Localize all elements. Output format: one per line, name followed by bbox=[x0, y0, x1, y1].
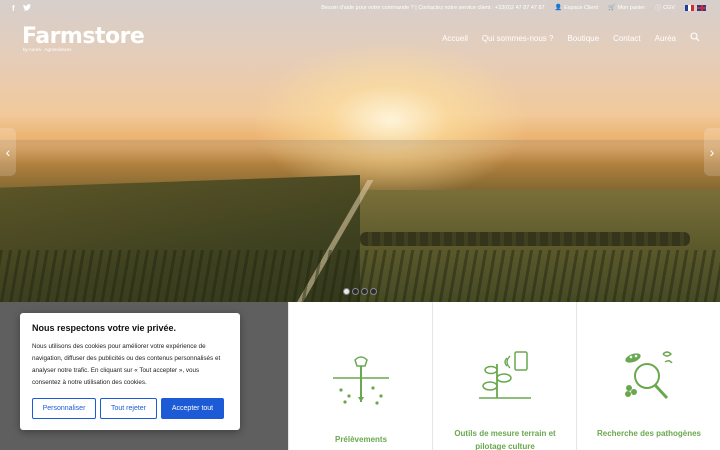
customize-button[interactable]: Personnaliser bbox=[32, 398, 96, 419]
site-logo[interactable]: Farmstore by Aurea · Agrosciences bbox=[22, 24, 145, 52]
nav-aurea[interactable]: Auréa bbox=[655, 34, 676, 43]
slider-dot[interactable] bbox=[361, 288, 368, 295]
slider-dot[interactable] bbox=[343, 288, 350, 295]
hero-treeline bbox=[360, 232, 690, 246]
search-icon[interactable] bbox=[690, 32, 700, 45]
logo-wordmark: Farmstore bbox=[22, 24, 145, 49]
main-nav: Accueil Qui sommes-nous ? Boutique Conta… bbox=[442, 32, 700, 45]
card-title: Prélèvements bbox=[334, 435, 388, 444]
top-bar-right: Besoin d'aide pour votre commande ? | Co… bbox=[321, 3, 706, 12]
nav-contact[interactable]: Contact bbox=[613, 34, 641, 43]
espace-client-link[interactable]: 👤 Espace Client bbox=[554, 4, 599, 12]
card-title: Outils de mesure terrain et pilotage cul… bbox=[454, 429, 556, 450]
nav-qui-sommes-nous[interactable]: Qui sommes-nous ? bbox=[482, 34, 554, 43]
slider-prev-button[interactable]: ‹ bbox=[0, 128, 16, 176]
espace-client-label: Espace Client bbox=[564, 4, 599, 11]
reject-all-button[interactable]: Tout rejeter bbox=[100, 398, 157, 419]
cookie-consent-dialog: Nous respectons votre vie privée. Nous u… bbox=[20, 313, 240, 430]
info-icon: ⓘ bbox=[655, 6, 662, 12]
card-title: Recherche des pathogènes bbox=[596, 429, 702, 438]
slider-dot[interactable] bbox=[352, 288, 359, 295]
help-text: Besoin d'aide pour votre commande ? | Co… bbox=[321, 4, 545, 11]
flag-en-icon[interactable] bbox=[697, 4, 706, 11]
cookie-buttons: Personnaliser Tout rejeter Accepter tout bbox=[32, 398, 224, 419]
top-bar: f Besoin d'aide pour votre commande ? | … bbox=[0, 0, 720, 16]
user-icon: 👤 bbox=[554, 5, 563, 11]
slider-dot[interactable] bbox=[370, 288, 377, 295]
cart-icon: 🛒 bbox=[608, 5, 616, 11]
hero-horizon bbox=[0, 140, 720, 164]
cart-link[interactable]: 🛒 Mon panier bbox=[608, 4, 646, 12]
facebook-icon[interactable]: f bbox=[12, 4, 15, 13]
cgv-link[interactable]: ⓘ CGV bbox=[655, 3, 675, 13]
category-card-pathogenes[interactable]: Recherche des pathogènes bbox=[576, 302, 720, 450]
soil-sampling-icon bbox=[333, 356, 389, 405]
slider-dots bbox=[343, 288, 377, 295]
language-switcher bbox=[685, 4, 706, 11]
cart-label: Mon panier bbox=[617, 4, 646, 11]
category-card-prelevements[interactable]: Prélèvements bbox=[288, 302, 432, 450]
cookie-title: Nous respectons votre vie privée. bbox=[32, 323, 177, 333]
twitter-icon[interactable] bbox=[22, 3, 31, 13]
pathogen-search-icon bbox=[625, 351, 673, 400]
cookie-text: Nous utilisons des cookies pour améliore… bbox=[32, 343, 221, 386]
slider-next-button[interactable]: › bbox=[704, 128, 720, 176]
hero-sun bbox=[250, 40, 530, 200]
nav-boutique[interactable]: Boutique bbox=[567, 34, 599, 43]
nav-accueil[interactable]: Accueil bbox=[442, 34, 468, 43]
flag-fr-icon[interactable] bbox=[685, 4, 694, 11]
accept-all-button[interactable]: Accepter tout bbox=[161, 398, 224, 419]
plant-sensor-icon bbox=[479, 351, 531, 399]
cgv-label: CGV bbox=[663, 4, 675, 11]
social-links: f bbox=[12, 4, 31, 13]
category-card-outils-mesure[interactable]: Outils de mesure terrain et pilotage cul… bbox=[432, 302, 576, 450]
